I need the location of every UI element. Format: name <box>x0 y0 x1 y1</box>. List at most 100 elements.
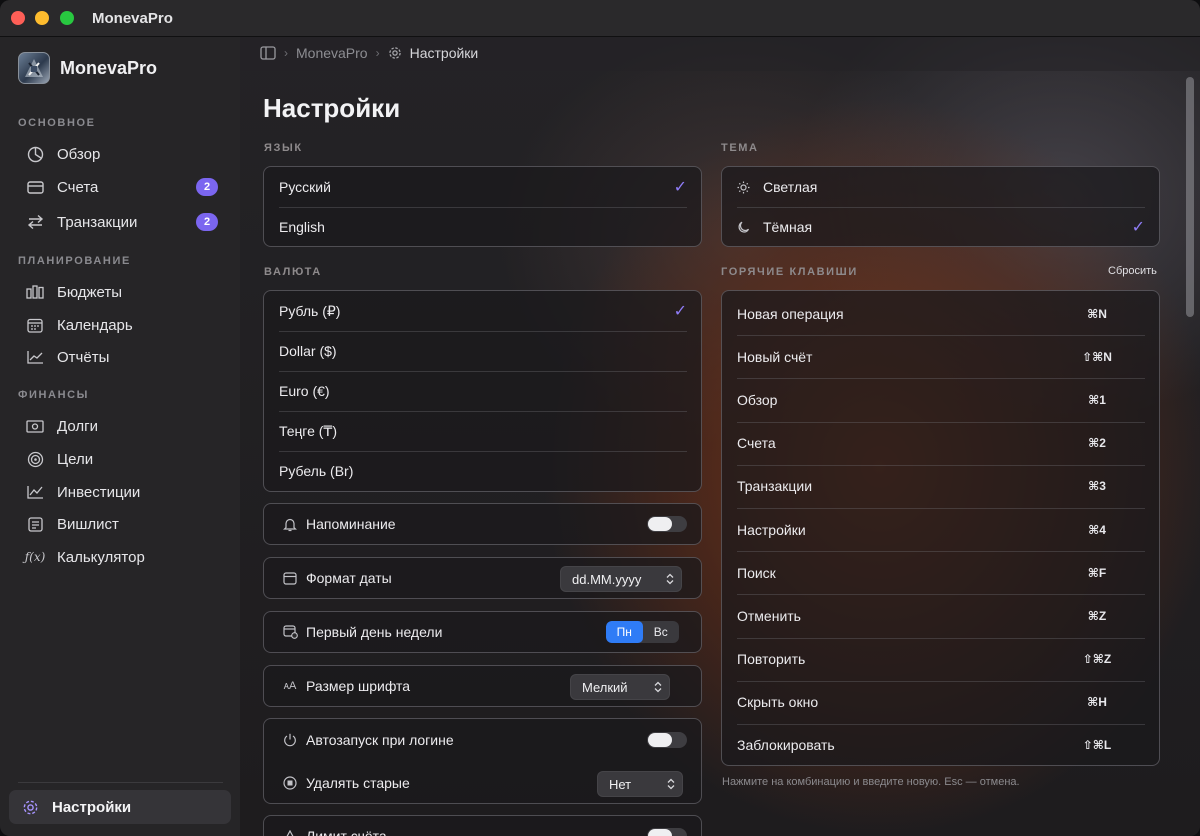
chevron-updown-icon <box>647 681 669 693</box>
sidebar-item-investments[interactable]: Инвестиции <box>14 477 228 507</box>
hotkey-row[interactable]: Транзакции ⌘3 <box>722 464 1159 508</box>
account-limit-label: Лимит счёта <box>306 828 387 836</box>
hotkey-shortcut[interactable]: ⇧⌘L <box>1082 738 1112 752</box>
chevron-right-icon: › <box>284 46 288 60</box>
sidebar-item-label: Инвестиции <box>57 483 141 501</box>
sidebar-item-budgets[interactable]: Бюджеты <box>14 277 228 307</box>
hotkey-shortcut[interactable]: ⌘H <box>1082 695 1112 709</box>
select-value: Мелкий <box>582 679 628 695</box>
hotkey-shortcut[interactable]: ⌘3 <box>1082 479 1112 493</box>
pie-chart-icon <box>24 143 46 165</box>
sidebar-item-transactions[interactable]: Транзакции 2 <box>14 207 228 237</box>
hotkey-row[interactable]: Отменить ⌘Z <box>722 594 1159 637</box>
hotkey-row[interactable]: Поиск ⌘F <box>722 551 1159 594</box>
theme-option-light[interactable]: Светлая <box>722 167 1159 207</box>
sidebar-item-calculator[interactable]: ƒ(x) Калькулятор <box>14 542 228 572</box>
minimize-window-button[interactable] <box>35 11 49 25</box>
hotkey-label: Повторить <box>737 651 806 668</box>
currency-option-rub[interactable]: Рубль (₽) ✓ <box>264 291 701 331</box>
theme-option-dark[interactable]: Тёмная ✓ <box>722 207 1159 247</box>
sidebar-item-label: Бюджеты <box>57 283 123 301</box>
hotkey-shortcut[interactable]: ⇧⌘Z <box>1082 652 1112 666</box>
delete-old-select[interactable]: Нет <box>597 771 683 797</box>
sidebar-item-reports[interactable]: Отчёты <box>14 342 228 372</box>
hotkey-row[interactable]: Настройки ⌘4 <box>722 507 1159 551</box>
first-day-monday[interactable]: Пн <box>606 621 643 643</box>
currency-option-kzt[interactable]: Теңге (₸) <box>264 411 701 451</box>
sidebar-toggle-icon[interactable] <box>260 46 276 60</box>
hotkey-shortcut[interactable]: ⇧⌘N <box>1082 350 1112 364</box>
sidebar-item-goals[interactable]: Цели <box>14 444 228 474</box>
language-option-english[interactable]: English <box>264 207 701 247</box>
font-size-select[interactable]: Мелкий <box>570 674 670 700</box>
hotkey-shortcut[interactable]: ⌘N <box>1082 307 1112 321</box>
sidebar-item-calendar[interactable]: Календарь <box>14 310 228 340</box>
sidebar-item-overview[interactable]: Обзор <box>14 139 228 169</box>
sidebar-divider <box>18 782 223 783</box>
breadcrumb-current: Настройки <box>409 45 479 61</box>
hotkey-label: Заблокировать <box>737 737 835 754</box>
sidebar-item-settings[interactable]: Настройки <box>9 790 231 824</box>
currency-option-usd[interactable]: Dollar ($) <box>264 331 701 371</box>
hotkey-shortcut[interactable]: ⌘2 <box>1082 436 1112 450</box>
hotkey-shortcut[interactable]: ⌘1 <box>1082 393 1112 407</box>
sidebar-item-label: Цели <box>57 450 94 468</box>
option-label: Русский <box>279 179 331 195</box>
hotkey-label: Скрыть окно <box>737 694 819 711</box>
option-label: Euro (€) <box>279 383 330 399</box>
autostart-group: Автозапуск при логине Удалять старые Нет <box>263 718 702 804</box>
sidebar-item-label: Отчёты <box>57 348 110 366</box>
section-title-finance: ФИНАНСЫ <box>18 389 90 401</box>
hotkey-label: Счета <box>737 435 776 452</box>
hotkey-label: Поиск <box>737 564 776 581</box>
hotkeys-section-title: ГОРЯЧИЕ КЛАВИШИ <box>721 266 858 278</box>
hotkey-row[interactable]: Новая операция ⌘N <box>722 292 1159 335</box>
sidebar-item-label: Обзор <box>57 145 101 163</box>
reset-hotkeys-button[interactable]: Сбросить <box>1108 265 1157 277</box>
breadcrumb-root[interactable]: MonevaPro <box>296 45 368 61</box>
chevron-right-icon: › <box>375 46 380 60</box>
archive-icon <box>281 774 299 792</box>
account-limit-toggle[interactable] <box>647 828 687 836</box>
hotkey-row[interactable]: Счета ⌘2 <box>722 421 1159 465</box>
gear-icon <box>388 46 402 60</box>
zoom-window-button[interactable] <box>60 11 74 25</box>
close-window-button[interactable] <box>11 11 25 25</box>
window-title: MonevaPro <box>92 10 173 27</box>
checkmark-icon: ✓ <box>673 303 687 320</box>
hotkey-row[interactable]: Новый счёт ⇧⌘N <box>722 335 1159 378</box>
option-label: Тёмная <box>763 219 813 235</box>
hotkey-shortcut[interactable]: ⌘Z <box>1082 609 1112 623</box>
account-limit-setting: Лимит счёта <box>263 815 702 836</box>
reminder-toggle[interactable] <box>647 516 687 532</box>
autostart-toggle[interactable] <box>647 732 687 748</box>
hotkey-shortcut[interactable]: ⌘F <box>1082 566 1112 580</box>
hotkey-label: Транзакции <box>737 478 813 495</box>
chevron-updown-icon <box>659 573 681 585</box>
scrollbar[interactable] <box>1186 77 1194 317</box>
sidebar-item-wishlist[interactable]: Вишлист <box>14 509 228 539</box>
hotkey-row[interactable]: Заблокировать ⇧⌘L <box>722 723 1159 767</box>
currency-option-byn[interactable]: Рубель (Br) <box>264 451 701 491</box>
main-content: › MonevaPro › Настройки Настройки ЯЗЫК Р… <box>240 37 1200 836</box>
top-bar: › MonevaPro › Настройки <box>240 37 1200 71</box>
select-value: Нет <box>609 776 632 792</box>
currency-list: Рубль (₽) ✓ Dollar ($) Euro (€) Теңге (₸… <box>263 290 702 492</box>
hotkey-row[interactable]: Скрыть окно ⌘H <box>722 680 1159 724</box>
breadcrumb: › MonevaPro › Настройки <box>260 45 478 61</box>
language-section-title: ЯЗЫК <box>264 142 303 154</box>
hotkey-label: Отменить <box>737 607 801 624</box>
hotkey-row[interactable]: Повторить ⇧⌘Z <box>722 637 1159 681</box>
first-day-sunday[interactable]: Вс <box>643 621 680 643</box>
currency-option-eur[interactable]: Euro (€) <box>264 371 701 411</box>
hotkey-row[interactable]: Обзор ⌘1 <box>722 378 1159 421</box>
sidebar-item-label: Календарь <box>57 316 133 334</box>
sidebar-item-debts[interactable]: Долги <box>14 411 228 441</box>
date-format-select[interactable]: dd.MM.yyyy <box>560 566 682 592</box>
hotkey-shortcut[interactable]: ⌘4 <box>1082 523 1112 537</box>
line-chart-icon <box>24 346 46 368</box>
section-title-main: ОСНОВНОЕ <box>18 117 96 129</box>
language-option-russian[interactable]: Русский ✓ <box>264 167 701 207</box>
sidebar-item-accounts[interactable]: Счета 2 <box>14 172 228 202</box>
gear-icon <box>19 796 41 818</box>
